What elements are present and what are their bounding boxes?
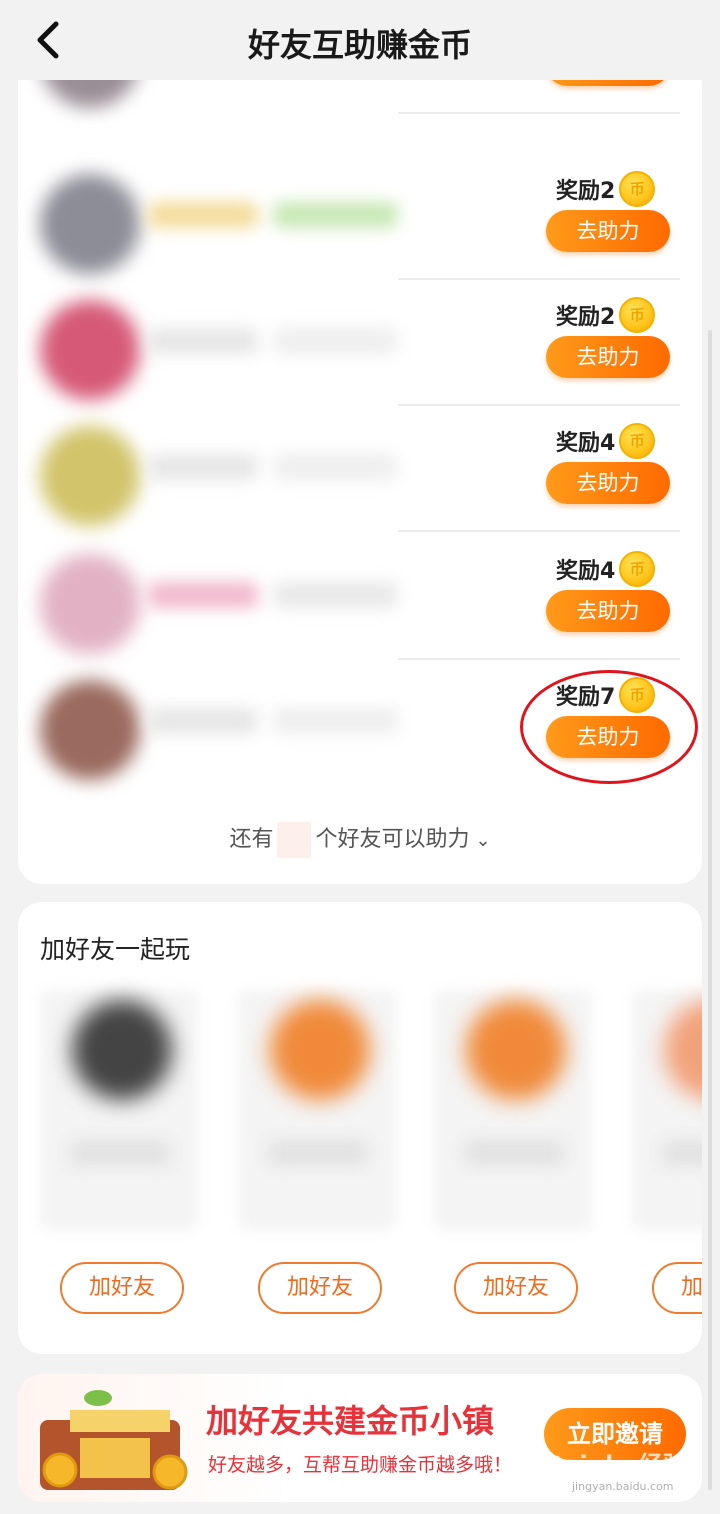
friend-suggestion[interactable] [238, 990, 396, 1230]
coin-icon: 币 [619, 423, 656, 459]
avatar [72, 1000, 172, 1100]
coin-town-illustration [40, 1390, 188, 1490]
friend-row: 奖励2币去助力 [18, 154, 702, 280]
blurred-name [70, 1140, 170, 1166]
watermark-url: jingyan.baidu.com [572, 1480, 674, 1493]
blurred-name [148, 582, 258, 608]
blurred-tag [273, 708, 398, 734]
show-more-friends[interactable]: 还有 个好友可以助力 ⌄ [18, 820, 702, 860]
help-button[interactable]: 去助力 [546, 590, 670, 632]
avatar [40, 426, 140, 526]
friend-row: 奖励4 币去助力 [18, 534, 702, 660]
blurred-name [148, 328, 258, 354]
blurred-tag [273, 202, 398, 228]
help-button[interactable]: 去助力 [546, 210, 670, 252]
reward-label: 奖励4 币 [556, 423, 656, 459]
friend-suggestion[interactable] [434, 990, 592, 1230]
coin-icon: 币 [619, 551, 656, 587]
nav-bar: 好友互助赚金币 [0, 0, 720, 80]
blurred-name [464, 1140, 564, 1166]
banner-title: 加好友共建金币小镇 [206, 1402, 495, 1440]
add-friend-button[interactable]: 加好友 [60, 1262, 184, 1314]
friend-suggestion[interactable] [632, 990, 702, 1230]
add-friend-button[interactable]: 加好友 [258, 1262, 382, 1314]
chevron-down-icon: ⌄ [475, 830, 491, 851]
highlight-circle [520, 670, 698, 784]
add-friend-button[interactable]: 加好友 [652, 1262, 702, 1314]
divider [398, 530, 680, 532]
blurred-tag [273, 328, 398, 354]
banner-subtitle: 好友越多，互帮互助赚金币越多哦！ [208, 1454, 513, 1476]
more-suffix: 个好友可以助力 [315, 827, 470, 852]
avatar [466, 1000, 566, 1100]
avatar [40, 174, 140, 274]
friend-row: 奖励4 币去助力 [18, 406, 702, 532]
scrollbar[interactable] [708, 330, 712, 1490]
hidden-count [277, 822, 312, 858]
blurred-tag [273, 454, 398, 480]
reward-text: 奖励2 [556, 179, 616, 204]
avatar [40, 554, 140, 654]
blurred-name [148, 202, 258, 228]
reward-text: 奖励4 [556, 559, 616, 584]
blurred-name [662, 1140, 702, 1166]
help-button[interactable]: 去助力 [546, 462, 670, 504]
blurred-name [148, 708, 258, 734]
blurred-name [148, 454, 258, 480]
friend-row: 奖励2币去助力 [18, 280, 702, 406]
reward-text: 奖励2 [556, 305, 616, 330]
help-button[interactable]: 去助力 [546, 336, 670, 378]
section-title: 加好友一起玩 [40, 935, 191, 964]
reward-label: 奖励4 币 [556, 551, 656, 587]
watermark-brand: Bai du 经验 [545, 1451, 687, 1479]
coin-icon: 币 [619, 297, 656, 333]
friend-suggestion[interactable] [40, 990, 198, 1230]
page-title: 好友互助赚金币 [247, 26, 472, 64]
reward-label: 奖励2 币 [556, 171, 656, 207]
blurred-tag [273, 582, 398, 608]
divider [398, 112, 680, 114]
more-prefix: 还有 [229, 827, 274, 852]
coin-icon: 币 [619, 171, 656, 207]
avatar [40, 680, 140, 780]
reward-text: 奖励4 [556, 431, 616, 456]
add-friend-button[interactable]: 加好友 [454, 1262, 578, 1314]
blurred-name [268, 1140, 368, 1166]
avatar [270, 1000, 370, 1100]
reward-label: 奖励2 币 [556, 297, 656, 333]
avatar [40, 300, 140, 400]
add-friends-card: 加好友一起玩 加好友 加好友 加好友 加好友 [18, 902, 702, 1354]
